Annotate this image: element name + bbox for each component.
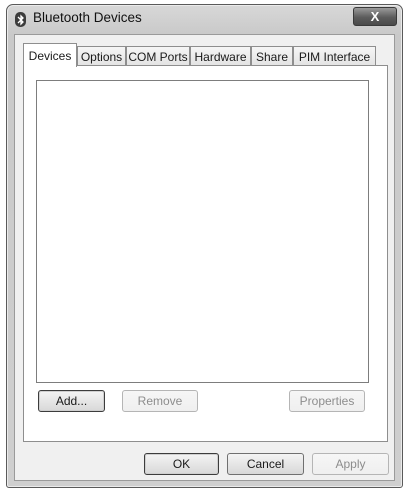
device-list[interactable] [36, 80, 369, 383]
apply-button[interactable]: Apply [312, 453, 389, 475]
tab-options[interactable]: Options [77, 46, 126, 66]
tab-pim-interface[interactable]: PIM Interface [293, 46, 376, 66]
tab-label: Hardware [194, 49, 247, 64]
apply-button-label: Apply [335, 457, 366, 471]
tab-label: Options [80, 49, 123, 64]
close-icon: X [370, 9, 380, 24]
ok-button-label: OK [172, 457, 191, 471]
ok-button[interactable]: OK [144, 453, 219, 475]
tab-hardware[interactable]: Hardware [190, 46, 251, 66]
properties-button-label: Properties [299, 394, 355, 408]
window-title: Bluetooth Devices [33, 10, 142, 25]
add-button[interactable]: Add... [38, 390, 105, 412]
tab-com-ports[interactable]: COM Ports [126, 46, 190, 66]
close-button[interactable]: X [353, 7, 397, 26]
cancel-button-label: Cancel [246, 457, 285, 471]
dialog-client-area: Devices Options COM Ports Hardware Share… [14, 34, 395, 481]
bluetooth-icon [15, 12, 26, 27]
tab-devices[interactable]: Devices [23, 43, 77, 67]
tab-label: Share [255, 49, 289, 64]
add-button-label: Add... [55, 394, 88, 408]
devices-tab-panel: Add... Remove Properties [23, 65, 388, 442]
tab-label: PIM Interface [298, 49, 371, 64]
remove-button[interactable]: Remove [122, 390, 198, 412]
tab-label: COM Ports [128, 49, 188, 64]
tab-label: Devices [28, 48, 72, 63]
cancel-button[interactable]: Cancel [227, 453, 304, 475]
remove-button-label: Remove [137, 394, 183, 408]
bluetooth-devices-dialog: Bluetooth Devices X Devices Options COM … [6, 4, 403, 488]
properties-button[interactable]: Properties [289, 390, 365, 412]
title-bar[interactable]: Bluetooth Devices X [7, 5, 402, 33]
tab-share[interactable]: Share [251, 46, 293, 66]
